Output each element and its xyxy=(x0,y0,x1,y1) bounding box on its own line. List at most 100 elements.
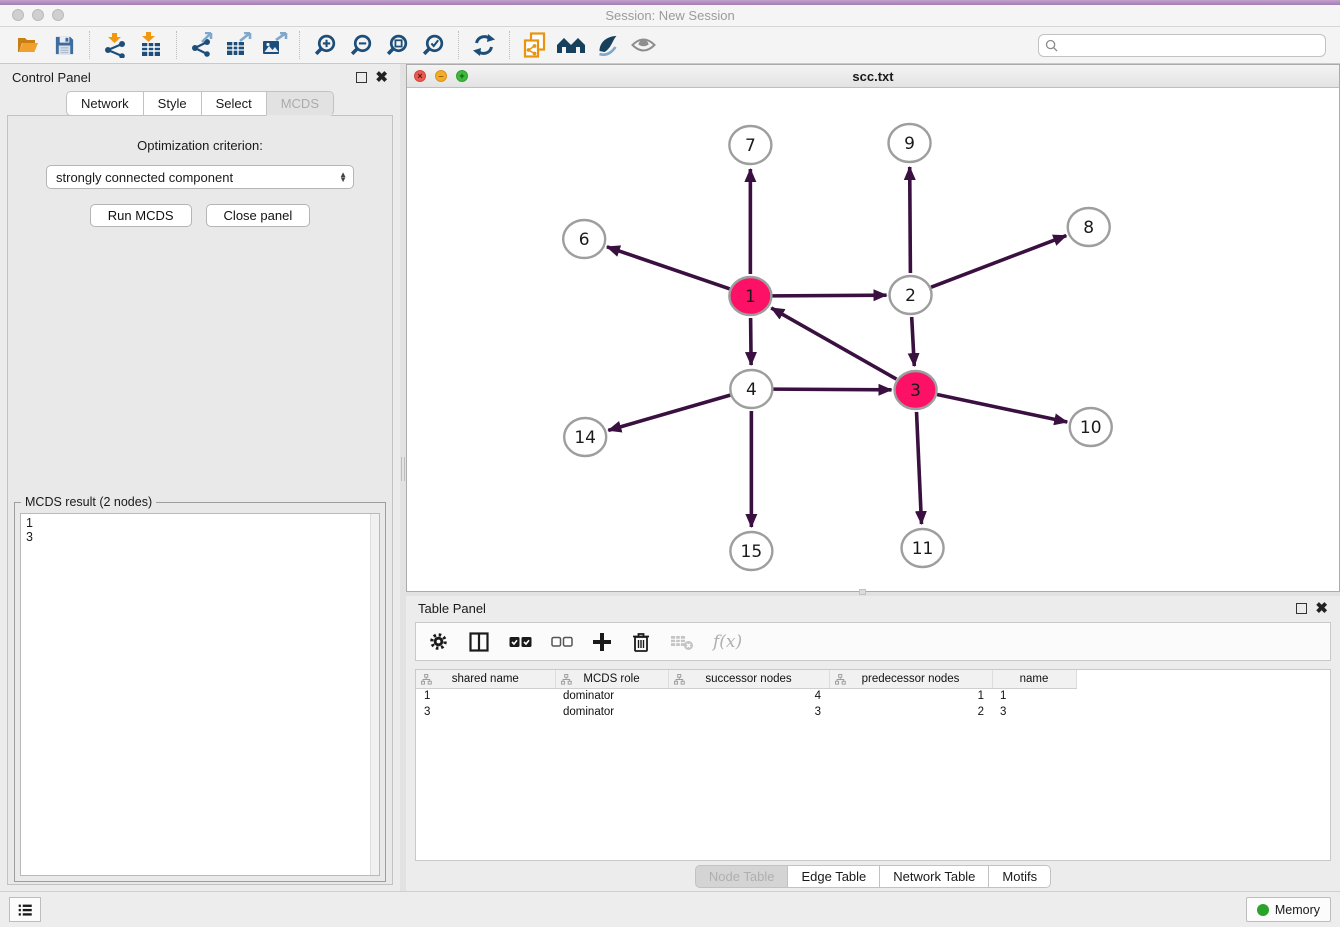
graph-node-4[interactable]: 4 xyxy=(730,370,772,408)
minimize-icon[interactable]: – xyxy=(435,70,447,82)
apply-layout-button[interactable] xyxy=(466,30,502,60)
table-cell[interactable]: 4 xyxy=(668,688,829,704)
graph-node-10[interactable]: 10 xyxy=(1070,408,1112,446)
tab-select[interactable]: Select xyxy=(201,91,267,116)
graph-node-11[interactable]: 11 xyxy=(902,529,944,567)
graph-node-3[interactable]: 3 xyxy=(895,371,937,409)
criterion-dropdown[interactable]: strongly connected component ▲▼ xyxy=(46,165,354,189)
table-cell[interactable]: 3 xyxy=(992,704,1076,720)
column-header-shared-name[interactable]: shared name xyxy=(416,670,555,688)
memory-button[interactable]: Memory xyxy=(1246,897,1331,922)
deselect-all-button[interactable] xyxy=(551,636,573,647)
task-history-button[interactable] xyxy=(9,897,41,922)
tab-edge-table[interactable]: Edge Table xyxy=(787,865,880,888)
column-header-successor-nodes[interactable]: successor nodes xyxy=(668,670,829,688)
divider-handle[interactable] xyxy=(401,457,405,481)
table-row[interactable]: 1dominator411 xyxy=(416,688,1076,704)
minimize-icon[interactable] xyxy=(32,9,44,21)
style-brush-button[interactable] xyxy=(589,30,625,60)
float-panel-icon[interactable] xyxy=(356,72,367,83)
export-image-button[interactable] xyxy=(256,30,292,60)
table-cell[interactable]: 2 xyxy=(829,704,992,720)
zoom-icon[interactable]: + xyxy=(456,70,468,82)
graph-node-6[interactable]: 6 xyxy=(563,220,605,258)
toolbar-separator xyxy=(458,31,459,59)
delete-row-button[interactable] xyxy=(631,631,651,653)
node-table[interactable]: shared nameMCDS rolesuccessor nodesprede… xyxy=(415,669,1331,861)
column-header-mcds-role[interactable]: MCDS role xyxy=(555,670,668,688)
hide-selection-button[interactable] xyxy=(625,30,661,60)
result-scrollbar[interactable] xyxy=(370,514,379,875)
zoom-fit-button[interactable] xyxy=(379,30,415,60)
tab-mcds[interactable]: MCDS xyxy=(266,91,334,116)
right-column: × – + scc.txt 7968124314101511 xyxy=(406,64,1340,891)
search-input[interactable] xyxy=(1062,38,1319,52)
graph-node-label: 1 xyxy=(745,287,756,307)
column-visibility-button[interactable] xyxy=(468,631,490,653)
zoom-in-button[interactable] xyxy=(307,30,343,60)
close-icon[interactable] xyxy=(12,9,24,21)
zoom-in-icon xyxy=(313,33,338,58)
columns-icon xyxy=(468,631,490,653)
graph-node-7[interactable]: 7 xyxy=(729,126,771,164)
graph-node-1[interactable]: 1 xyxy=(729,277,771,315)
mcds-result-title: MCDS result (2 nodes) xyxy=(21,495,156,509)
table-cell[interactable]: dominator xyxy=(555,704,668,720)
tab-network-table[interactable]: Network Table xyxy=(879,865,989,888)
table-cell[interactable]: 3 xyxy=(668,704,829,720)
table-cell[interactable]: 3 xyxy=(416,704,555,720)
network-canvas[interactable]: 7 9 6 8 1 2 4 3 14 10 15 11 xyxy=(407,88,1339,591)
copy-network-button[interactable] xyxy=(517,30,553,60)
close-panel-icon[interactable]: ✖ xyxy=(1315,603,1328,614)
main-toolbar xyxy=(0,27,1340,64)
mcds-panel: Optimization criterion: strongly connect… xyxy=(7,115,393,885)
control-panel-header: Control Panel ✖ xyxy=(0,64,400,91)
table-cell[interactable]: 1 xyxy=(992,688,1076,704)
export-network-button[interactable] xyxy=(184,30,220,60)
zoom-selected-icon xyxy=(421,33,446,58)
divider-handle[interactable] xyxy=(859,589,866,595)
import-table-button[interactable] xyxy=(133,30,169,60)
column-header-predecessor-nodes[interactable]: predecessor nodes xyxy=(829,670,992,688)
column-header-name[interactable]: name xyxy=(992,670,1076,688)
run-mcds-button[interactable]: Run MCDS xyxy=(90,204,192,227)
tab-motifs[interactable]: Motifs xyxy=(988,865,1051,888)
graph-node-2[interactable]: 2 xyxy=(890,276,932,314)
close-panel-icon[interactable]: ✖ xyxy=(375,72,388,83)
graph-node-14[interactable]: 14 xyxy=(564,418,606,456)
table-cell[interactable]: 1 xyxy=(416,688,555,704)
save-session-button[interactable] xyxy=(46,30,82,60)
table-cell[interactable]: dominator xyxy=(555,688,668,704)
table-row[interactable]: 3dominator323 xyxy=(416,704,1076,720)
search-field[interactable] xyxy=(1038,34,1326,57)
zoom-selected-button[interactable] xyxy=(415,30,451,60)
tab-network[interactable]: Network xyxy=(66,91,144,116)
graph-node-8[interactable]: 8 xyxy=(1068,208,1110,246)
memory-label: Memory xyxy=(1275,903,1320,917)
close-icon[interactable]: × xyxy=(414,70,426,82)
graph-edge-2-8 xyxy=(931,236,1066,288)
graph-edge-1-2 xyxy=(772,295,886,296)
table-cell[interactable]: 1 xyxy=(829,688,992,704)
tab-style[interactable]: Style xyxy=(143,91,202,116)
graph-node-15[interactable]: 15 xyxy=(730,532,772,570)
float-panel-icon[interactable] xyxy=(1296,603,1307,614)
open-session-button[interactable] xyxy=(10,30,46,60)
network-graph[interactable]: 7 9 6 8 1 2 4 3 14 10 15 11 xyxy=(407,88,1339,591)
tab-node-table[interactable]: Node Table xyxy=(695,865,789,888)
add-row-button[interactable] xyxy=(592,632,612,652)
zoom-icon[interactable] xyxy=(52,9,64,21)
graph-node-label: 9 xyxy=(904,134,915,154)
checked-boxes-icon xyxy=(509,636,532,648)
tree-icon xyxy=(674,674,685,685)
table-settings-button[interactable] xyxy=(428,631,449,652)
mcds-result-text[interactable]: 1 3 xyxy=(20,513,380,876)
export-table-button[interactable] xyxy=(220,30,256,60)
graph-node-9[interactable]: 9 xyxy=(889,124,931,162)
zoom-out-button[interactable] xyxy=(343,30,379,60)
select-all-button[interactable] xyxy=(509,636,532,648)
close-panel-button[interactable]: Close panel xyxy=(206,204,311,227)
first-neighbors-button[interactable] xyxy=(553,30,589,60)
graph-node-label: 4 xyxy=(746,380,757,400)
import-network-button[interactable] xyxy=(97,30,133,60)
